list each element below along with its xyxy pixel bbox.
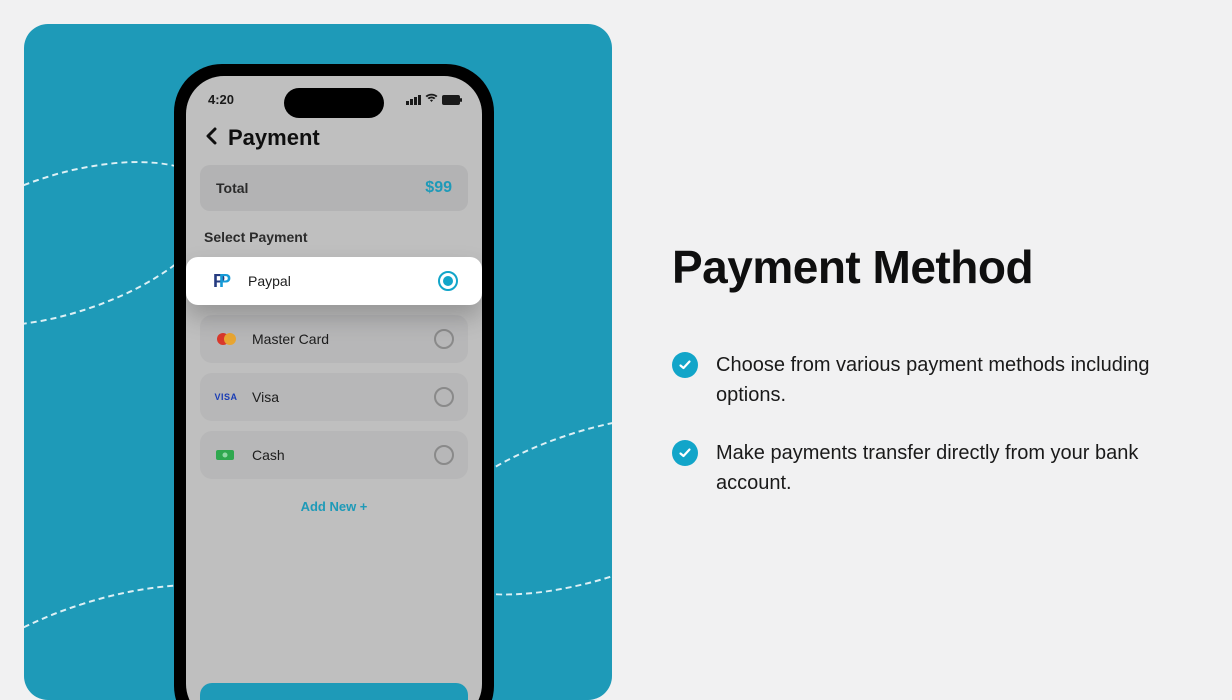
visa-icon: VISA bbox=[214, 388, 238, 406]
confirm-button[interactable]: Confirm bbox=[200, 683, 468, 700]
feature-item: Choose from various payment methods incl… bbox=[672, 350, 1172, 410]
phone-screen: 4:20 Payment Total $99 bbox=[186, 76, 482, 700]
radio-unselected[interactable] bbox=[434, 445, 454, 465]
paypal-icon: PP bbox=[210, 272, 234, 290]
phone-device: 4:20 Payment Total $99 bbox=[174, 64, 494, 700]
check-icon bbox=[672, 440, 698, 466]
total-row: Total $99 bbox=[200, 165, 468, 211]
screen-content: Total $99 Select Payment PP Paypal Maste… bbox=[186, 165, 482, 532]
feature-text: Make payments transfer directly from you… bbox=[716, 438, 1156, 498]
main-heading: Payment Method bbox=[672, 240, 1172, 294]
mastercard-icon bbox=[214, 330, 238, 348]
total-amount: $99 bbox=[425, 179, 452, 197]
screen-header: Payment bbox=[186, 115, 482, 165]
section-label: Select Payment bbox=[204, 229, 464, 245]
feature-text: Choose from various payment methods incl… bbox=[716, 350, 1156, 410]
battery-icon bbox=[442, 95, 460, 105]
feature-item: Make payments transfer directly from you… bbox=[672, 438, 1172, 498]
payment-option-label: Visa bbox=[252, 389, 420, 405]
total-label: Total bbox=[216, 180, 248, 196]
illustration-panel: 4:20 Payment Total $99 bbox=[24, 24, 612, 700]
payment-option-label: Master Card bbox=[252, 331, 420, 347]
status-indicators bbox=[406, 93, 460, 106]
payment-option-label: Paypal bbox=[248, 273, 424, 289]
radio-unselected[interactable] bbox=[434, 387, 454, 407]
radio-selected[interactable] bbox=[438, 271, 458, 291]
payment-option-paypal[interactable]: PP Paypal bbox=[186, 257, 482, 305]
wifi-icon bbox=[425, 93, 438, 106]
add-new-button[interactable]: Add New + bbox=[200, 489, 468, 532]
status-time: 4:20 bbox=[208, 92, 234, 107]
back-icon[interactable] bbox=[204, 125, 218, 151]
radio-unselected[interactable] bbox=[434, 329, 454, 349]
cash-icon bbox=[214, 446, 238, 464]
payment-option-visa[interactable]: VISA Visa bbox=[200, 373, 468, 421]
check-icon bbox=[672, 352, 698, 378]
payment-option-mastercard[interactable]: Master Card bbox=[200, 315, 468, 363]
page-title: Payment bbox=[228, 125, 320, 151]
info-panel: Payment Method Choose from various payme… bbox=[612, 0, 1232, 700]
payment-option-cash[interactable]: Cash bbox=[200, 431, 468, 479]
payment-option-label: Cash bbox=[252, 447, 420, 463]
signal-icon bbox=[406, 95, 421, 105]
dynamic-island bbox=[284, 88, 384, 118]
